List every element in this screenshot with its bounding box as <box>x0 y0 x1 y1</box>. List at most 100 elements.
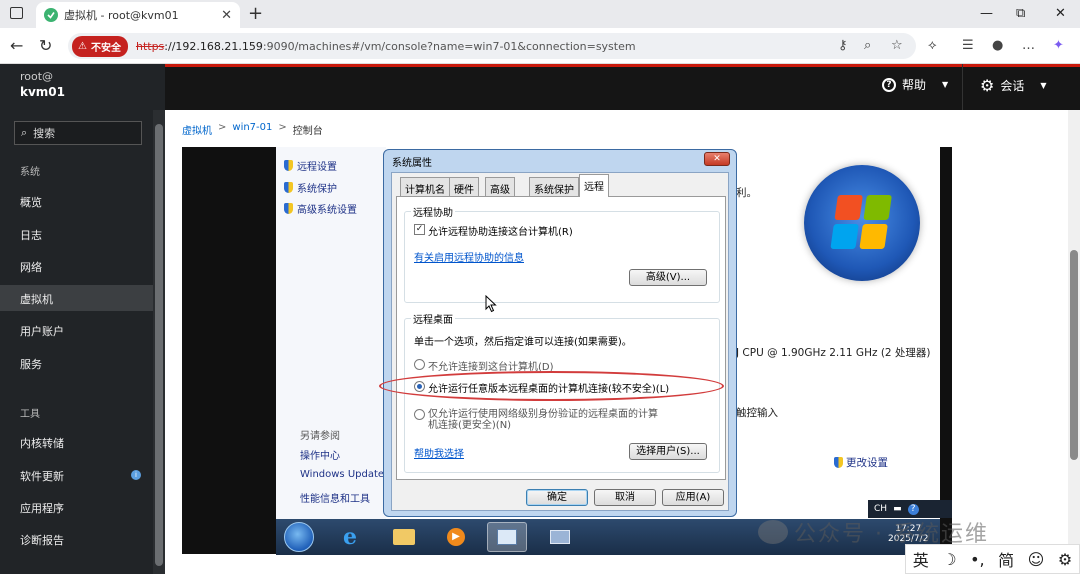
shield-icon <box>284 160 293 171</box>
breadcrumb-vms-link[interactable]: 虚拟机 <box>182 122 212 137</box>
allow-assist-checkbox[interactable]: ✓ <box>414 224 425 235</box>
reload-icon[interactable]: ↻ <box>39 36 52 55</box>
simplified-toggle[interactable]: 简 <box>998 547 1014 571</box>
extensions-icon[interactable]: ⟡ <box>928 38 937 53</box>
shield-icon <box>834 457 843 468</box>
help-me-choose-link[interactable]: 帮助我选择 <box>414 445 464 460</box>
sidebar-item-kdump[interactable]: 内核转储 <box>0 429 153 455</box>
tab-close-icon[interactable]: ✕ <box>221 8 232 23</box>
tab-hardware[interactable]: 硬件 <box>449 177 479 196</box>
more-menu-icon[interactable]: … <box>1022 38 1035 53</box>
mouse-cursor-icon <box>485 295 497 313</box>
start-button-icon[interactable] <box>284 522 314 552</box>
system-properties-dialog: 系统属性 ✕ 计算机名 硬件 高级 系统保护 远程 远程协助 ✓ 允许远程协助连… <box>383 149 737 517</box>
tab-computer-name[interactable]: 计算机名 <box>400 177 450 196</box>
favorites-list-icon[interactable]: ☰ <box>962 38 974 53</box>
allow-assist-label[interactable]: 允许远程协助连接这台计算机(R) <box>428 223 573 238</box>
copilot-icon[interactable]: ✦ <box>1053 38 1064 53</box>
sidebar-item-updates[interactable]: 软件更新 i <box>0 462 153 488</box>
change-settings-link[interactable]: 更改设置 <box>834 455 888 470</box>
help-circle-icon[interactable]: ? <box>907 503 919 515</box>
see-also-windows-update[interactable]: Windows Update <box>300 469 384 480</box>
ime-toolbar: 英 ☽ •, 简 ☺ ⚙ <box>905 544 1080 574</box>
keyboard-icon[interactable]: ▬ <box>893 504 902 514</box>
radio-nla-only[interactable] <box>414 409 425 420</box>
address-bar-row: ← ↻ ⚠ 不安全 https://192.168.21.159:9090/ma… <box>0 28 1080 64</box>
header-divider <box>962 64 963 110</box>
restore-button[interactable]: ⧉ <box>1016 6 1025 21</box>
sidebar-scroll-thumb[interactable] <box>155 124 163 566</box>
input-language-indicator[interactable]: CH <box>874 504 887 514</box>
ok-button[interactable]: 确定 <box>526 489 588 506</box>
dialog-title: 系统属性 <box>392 158 432 169</box>
tab-title: 虚拟机 - root@kvm01 <box>64 9 179 22</box>
window-close-button[interactable]: ✕ <box>1055 6 1066 21</box>
gear-icon: ⚙ <box>980 76 995 95</box>
insecure-badge[interactable]: ⚠ 不安全 <box>72 35 128 57</box>
sidebar-item-updates-label: 软件更新 <box>20 470 64 483</box>
sidebar-item-overview[interactable]: 概览 <box>0 188 153 214</box>
select-users-button[interactable]: 选择用户(S)... <box>629 443 707 460</box>
session-menu-button[interactable]: ⚙ 会话 ▼ <box>980 76 1047 95</box>
sidebar-item-vms[interactable]: 虚拟机 <box>0 285 153 311</box>
cp-link-remote-settings[interactable]: 远程设置 <box>284 158 337 173</box>
session-label: 会话 <box>1000 79 1025 93</box>
sidebar-scrollbar[interactable] <box>153 110 165 574</box>
see-also-performance[interactable]: 性能信息和工具 <box>300 490 370 505</box>
minimize-button[interactable]: — <box>980 6 993 21</box>
remote-app-taskbar-icon[interactable] <box>540 522 580 552</box>
sidebar-item-apps[interactable]: 应用程序 <box>0 494 153 520</box>
breadcrumb: 虚拟机 > win7-01 > 控制台 <box>182 122 323 137</box>
tab-remote[interactable]: 远程 <box>579 174 609 197</box>
zoom-icon[interactable]: ⌕ <box>864 38 871 53</box>
radio-nla-only-label-line2[interactable]: 机连接(更安全)(N) <box>428 416 511 431</box>
back-icon[interactable]: ← <box>10 36 23 55</box>
host-user: root@ <box>20 70 54 83</box>
cp-link-advanced-settings[interactable]: 高级系统设置 <box>284 201 357 216</box>
url-text[interactable]: https://192.168.21.159:9090/machines#/vm… <box>136 40 636 53</box>
sidebar-item-services[interactable]: 服务 <box>0 350 153 376</box>
nav-search-input[interactable]: ⌕ 搜索 <box>14 121 142 145</box>
browser-tab-bar: 虚拟机 - root@kvm01 ✕ + — ⧉ ✕ <box>0 0 1080 28</box>
ime-language-toggle[interactable]: 英 <box>913 547 929 571</box>
cancel-button[interactable]: 取消 <box>594 489 656 506</box>
control-panel-taskbar-icon[interactable] <box>487 522 527 552</box>
see-also-action-center[interactable]: 操作中心 <box>300 447 340 462</box>
browser-tab[interactable]: 虚拟机 - root@kvm01 ✕ <box>36 2 240 28</box>
profile-avatar-icon[interactable]: ● <box>992 38 1003 53</box>
sidebar-item-diagnostics[interactable]: 诊断报告 <box>0 526 153 552</box>
sidebar-item-network[interactable]: 网络 <box>0 253 153 279</box>
internet-explorer-icon[interactable]: e <box>330 522 370 552</box>
help-menu-button[interactable]: ? 帮助 ▼ <box>882 76 948 93</box>
breadcrumb-separator: > <box>218 122 227 133</box>
new-tab-button[interactable]: + <box>248 3 263 24</box>
advanced-button[interactable]: 高级(V)... <box>629 269 707 286</box>
page-scrollbar[interactable] <box>1068 110 1080 574</box>
punctuation-toggle[interactable]: •, <box>970 550 985 569</box>
sidebar-item-accounts[interactable]: 用户账户 <box>0 317 153 343</box>
highlight-annotation-oval <box>379 371 724 401</box>
file-explorer-icon[interactable] <box>384 522 424 552</box>
radio-no-connections[interactable] <box>414 359 425 370</box>
breadcrumb-vm-link[interactable]: win7-01 <box>232 122 272 137</box>
tab-system-protection[interactable]: 系统保护 <box>529 177 579 196</box>
see-also-heading: 另请参阅 <box>300 431 340 442</box>
sidebar-item-logs[interactable]: 日志 <box>0 221 153 247</box>
url-box[interactable]: ⚠ 不安全 https://192.168.21.159:9090/machin… <box>68 33 916 59</box>
remote-tab-panel: 远程协助 ✓ 允许远程协助连接这台计算机(R) 有关启用远程协助的信息 高级(V… <box>396 196 726 480</box>
apply-button[interactable]: 应用(A) <box>662 489 724 506</box>
ime-settings-gear-icon[interactable]: ⚙ <box>1058 550 1072 569</box>
dialog-close-button[interactable]: ✕ <box>704 152 730 166</box>
wechat-logo-icon <box>758 520 788 544</box>
key-icon[interactable]: ⚷ <box>838 38 848 53</box>
host-switcher[interactable]: root@ kvm01 <box>0 64 165 110</box>
tab-advanced[interactable]: 高级 <box>485 177 515 196</box>
moon-icon[interactable]: ☽ <box>942 550 956 569</box>
assist-info-link[interactable]: 有关启用远程协助的信息 <box>414 249 524 264</box>
emoji-icon[interactable]: ☺ <box>1028 550 1045 569</box>
media-player-icon[interactable]: ▶ <box>436 522 476 552</box>
tab-actions-icon[interactable] <box>10 7 23 19</box>
page-scroll-thumb[interactable] <box>1070 250 1078 460</box>
favorite-star-icon[interactable]: ☆ <box>891 38 903 53</box>
cp-link-system-protection[interactable]: 系统保护 <box>284 180 337 195</box>
